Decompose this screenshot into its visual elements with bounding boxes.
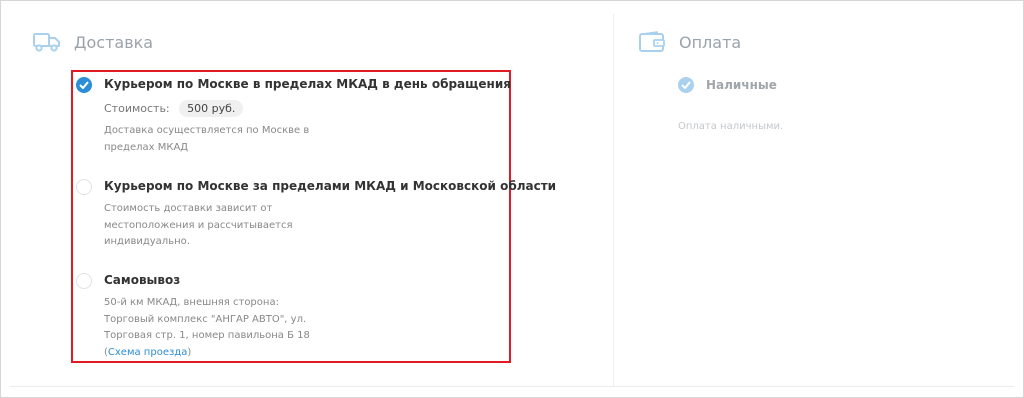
payment-description: Оплата наличными. [678, 121, 784, 132]
description-line: Стоимость доставки зависит от [104, 203, 273, 214]
price-row: Стоимость: 500 руб. [104, 100, 244, 117]
directions-row: (Схема проезда) [104, 345, 310, 362]
payment-header: Оплата [637, 30, 741, 54]
radio-checked-icon[interactable] [76, 77, 92, 93]
description-line: Торговая стр. 1, номер павильона Б 18 [104, 330, 310, 341]
option-description: Стоимость доставки зависит от местополож… [104, 201, 293, 251]
option-title: Курьером по Москве за пределами МКАД и М… [104, 179, 557, 193]
paren-close: ) [187, 346, 192, 358]
payment-radio-checked-icon[interactable] [678, 77, 694, 93]
payment-title: Оплата [679, 32, 742, 52]
price-label: Стоимость: [104, 102, 170, 115]
radio-unchecked-icon[interactable] [76, 179, 92, 195]
description-line: индивидуально. [104, 236, 190, 247]
payment-option-label[interactable]: Наличные [706, 78, 777, 92]
delivery-header: Доставка [32, 30, 153, 54]
option-description: Доставка осуществляется по Москве в пред… [104, 123, 309, 156]
option-title: Курьером по Москве в пределах МКАД в ден… [104, 77, 511, 91]
description-line: Торговый комплекс "АНГАР АВТО", ул. [104, 313, 307, 325]
column-divider [613, 14, 614, 386]
radio-unchecked-icon[interactable] [76, 273, 92, 289]
option-title: Самовывоз [104, 273, 181, 287]
directions-link[interactable]: Схема проезда [108, 347, 187, 358]
description-line: Доставка осуществляется по Москве в [104, 125, 310, 136]
description-line: пределах МКАД [104, 141, 189, 153]
delivery-title: Доставка [74, 32, 154, 52]
truck-icon [32, 30, 62, 54]
wallet-icon [637, 30, 667, 54]
description-line: местоположения и рассчитывается [104, 219, 293, 231]
option-description: 50-й км МКАД, внешняя сторона: Торговый … [104, 295, 310, 361]
description-line: 50-й км МКАД, внешняя сторона: [104, 297, 279, 308]
bottom-divider [10, 386, 1014, 387]
price-badge: 500 руб. [179, 100, 244, 117]
